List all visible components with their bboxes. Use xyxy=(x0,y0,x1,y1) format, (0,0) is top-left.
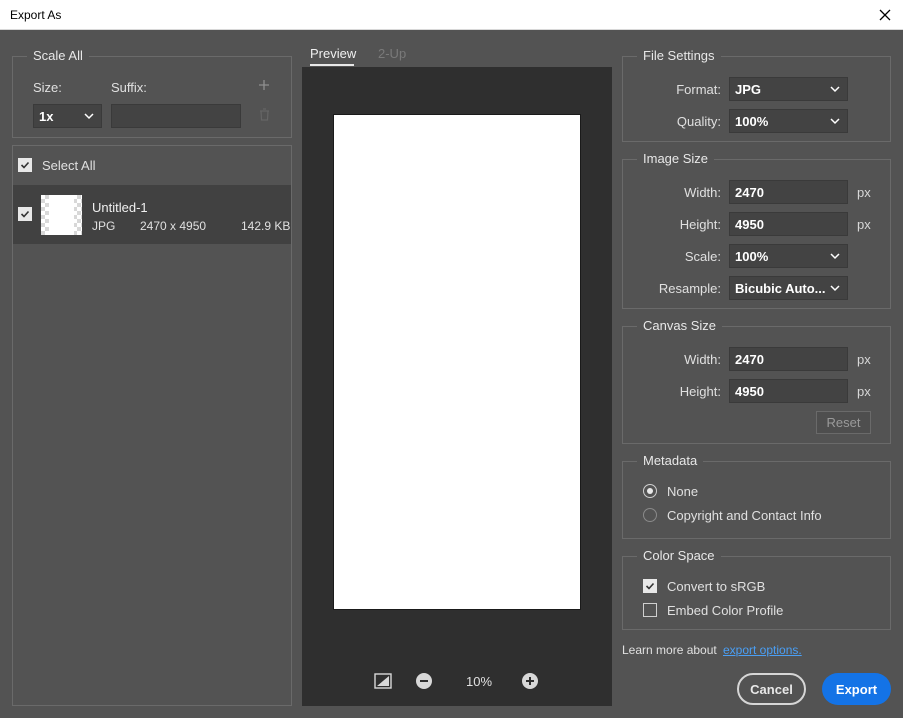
suffix-label: Suffix: xyxy=(111,80,147,95)
image-height-unit: px xyxy=(857,217,871,232)
quality-value: 100% xyxy=(735,114,769,129)
image-width-input[interactable]: 2470 xyxy=(729,180,848,204)
reset-button[interactable]: Reset xyxy=(816,411,871,434)
suffix-input[interactable] xyxy=(111,104,241,128)
export-options-link[interactable]: export options. xyxy=(723,643,802,657)
quality-select[interactable]: 100% xyxy=(729,109,848,133)
chevron-down-icon xyxy=(830,86,840,93)
canvas-width-label: Width: xyxy=(684,352,721,367)
resample-select[interactable]: Bicubic Auto... xyxy=(729,276,848,300)
asset-format: JPG xyxy=(92,219,116,233)
tab-preview-underline xyxy=(310,64,354,66)
format-value: JPG xyxy=(735,82,762,97)
file-settings-legend: File Settings xyxy=(637,48,721,63)
embed-profile-label: Embed Color Profile xyxy=(667,603,784,618)
image-width-value: 2470 xyxy=(735,185,764,200)
tab-preview[interactable]: Preview xyxy=(310,46,356,61)
asset-row[interactable]: Untitled-1 JPG 2470 x 4950 142.9 KB xyxy=(13,185,291,244)
cancel-button[interactable]: Cancel xyxy=(737,673,806,705)
quality-label: Quality: xyxy=(676,114,721,129)
tab-2up[interactable]: 2-Up xyxy=(378,46,406,61)
zoom-out-icon[interactable] xyxy=(415,672,433,690)
scale-select[interactable]: 100% xyxy=(729,244,848,268)
asset-thumbnail xyxy=(41,195,82,235)
close-button[interactable] xyxy=(867,0,903,30)
canvas-width-input[interactable]: 2470 xyxy=(729,347,848,371)
metadata-none-label: None xyxy=(667,484,699,499)
select-all-checkbox[interactable] xyxy=(18,158,32,172)
close-icon xyxy=(879,9,891,21)
canvas-size-legend: Canvas Size xyxy=(637,318,722,333)
chevron-down-icon xyxy=(830,118,840,125)
window-title: Export As xyxy=(10,8,62,22)
chevron-down-icon xyxy=(830,253,840,260)
scale-all-legend: Scale All xyxy=(27,48,89,63)
canvas-width-value: 2470 xyxy=(735,352,764,367)
format-select[interactable]: JPG xyxy=(729,77,848,101)
image-height-input[interactable]: 4950 xyxy=(729,212,848,236)
resample-value: Bicubic Auto... xyxy=(735,281,826,296)
scale-label: Scale: xyxy=(684,249,721,264)
embed-profile-checkbox[interactable] xyxy=(643,603,657,617)
image-height-label: Height: xyxy=(679,217,721,232)
trash-icon[interactable] xyxy=(259,108,270,121)
canvas-height-value: 4950 xyxy=(735,384,764,399)
canvas-height-unit: px xyxy=(857,384,871,399)
canvas-height-input[interactable]: 4950 xyxy=(729,379,848,403)
document-preview xyxy=(333,114,581,610)
convert-srgb-checkbox[interactable] xyxy=(643,579,657,593)
zoom-in-icon[interactable] xyxy=(521,672,539,690)
export-button[interactable]: Export xyxy=(822,673,891,705)
learn-more-text: Learn more about xyxy=(622,643,717,657)
resample-label: Resample: xyxy=(658,281,721,296)
convert-srgb-label: Convert to sRGB xyxy=(667,579,766,594)
metadata-copyright-radio[interactable] xyxy=(643,508,657,522)
color-space-legend: Color Space xyxy=(637,548,721,563)
size-value: 1x xyxy=(39,109,54,124)
toggle-preview-icon[interactable] xyxy=(374,672,392,690)
asset-checkbox[interactable] xyxy=(18,207,32,221)
size-select[interactable]: 1x xyxy=(33,104,102,128)
checkmark-icon xyxy=(645,582,655,590)
image-width-unit: px xyxy=(857,185,871,200)
metadata-panel xyxy=(622,461,891,539)
asset-file-size: 142.9 KB xyxy=(241,219,291,233)
asset-name: Untitled-1 xyxy=(92,200,148,215)
canvas-width-unit: px xyxy=(857,352,871,367)
format-label: Format: xyxy=(676,82,721,97)
title-bar: Export As xyxy=(0,0,903,30)
metadata-none-radio[interactable] xyxy=(643,484,657,498)
metadata-legend: Metadata xyxy=(637,453,704,468)
checkmark-icon xyxy=(20,210,30,218)
canvas-height-label: Height: xyxy=(679,384,721,399)
select-all-label: Select All xyxy=(42,158,96,173)
checkmark-icon xyxy=(20,161,30,169)
zoom-level: 10% xyxy=(466,674,493,689)
chevron-down-icon xyxy=(84,113,94,120)
asset-dimensions: 2470 x 4950 xyxy=(140,219,207,233)
image-height-value: 4950 xyxy=(735,217,764,232)
image-width-label: Width: xyxy=(684,185,721,200)
scale-value: 100% xyxy=(735,249,769,264)
plus-icon[interactable] xyxy=(258,79,270,91)
metadata-copyright-label: Copyright and Contact Info xyxy=(667,508,822,523)
chevron-down-icon xyxy=(830,285,840,292)
image-size-legend: Image Size xyxy=(637,151,715,166)
size-label: Size: xyxy=(33,80,62,95)
